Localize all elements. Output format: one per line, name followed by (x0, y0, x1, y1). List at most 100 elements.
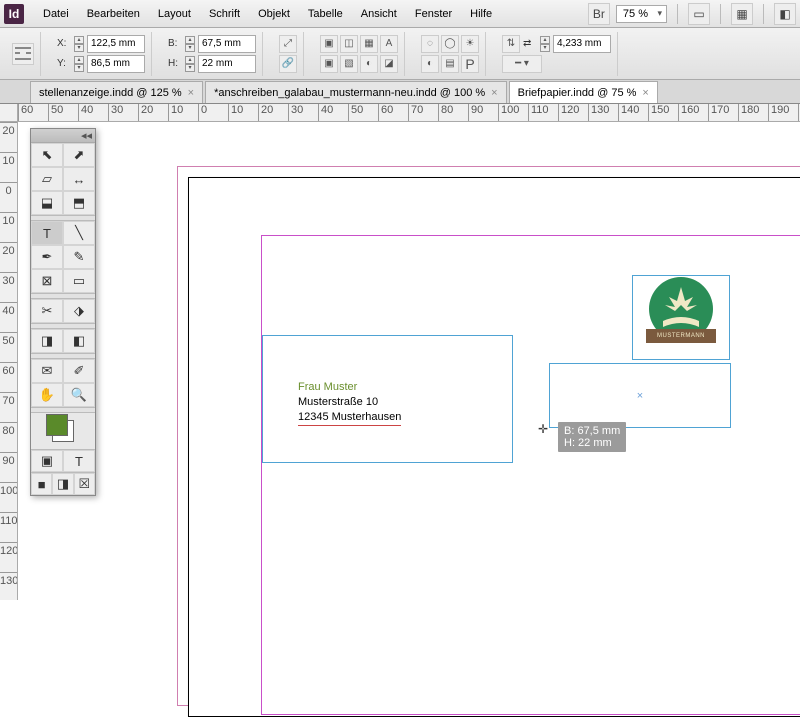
ruler-horizontal[interactable]: 6050403020100102030405060708090100110120… (18, 104, 800, 122)
menu-bearbeiten[interactable]: Bearbeiten (78, 4, 149, 24)
effect2-icon[interactable]: ◯ (441, 35, 459, 53)
rectangle-tool[interactable]: ▭ (63, 269, 95, 293)
b-stepper[interactable]: ▴▾ (185, 36, 195, 52)
scissors-tool[interactable]: ✂ (31, 299, 63, 323)
gradient-feather-tool[interactable]: ◧ (63, 329, 95, 353)
pencil-tool[interactable]: ✎ (63, 245, 95, 269)
center-icon[interactable]: ▣ (320, 55, 338, 73)
close-icon[interactable]: × (491, 87, 497, 99)
screen-mode-button[interactable]: ◧ (774, 3, 796, 25)
canvas[interactable]: Frau Muster Musterstraße 10 12345 Muster… (18, 122, 800, 600)
menu-ansicht[interactable]: Ansicht (352, 4, 406, 24)
menu-tabelle[interactable]: Tabelle (299, 4, 352, 24)
separator (763, 4, 764, 24)
address-block: Frau Muster Musterstraße 10 12345 Muster… (298, 380, 401, 426)
effects-group: ◌ ◯ ☀ ◐ ▤ P (415, 32, 486, 76)
apply-gradient[interactable]: ◨ (52, 473, 73, 495)
view-mode-button[interactable]: ▭ (688, 3, 710, 25)
menu-datei[interactable]: Datei (34, 4, 78, 24)
gap-tool[interactable]: ↔ (63, 167, 95, 191)
h-label: H: (168, 58, 182, 69)
direct-selection-tool[interactable]: ⬈ (63, 143, 95, 167)
h-stepper[interactable]: ▴▾ (185, 56, 195, 72)
tools-panel[interactable]: ◂◂ ⬉ ⬈ ▱ ↔ ⬓ ⬒ T ╲ ✒ ✎ ⊠ ▭ ✂ ⬗ ◨ ◧ ✉ ✐ ✋… (30, 128, 96, 496)
spacing-stepper[interactable]: ▴▾ (540, 36, 550, 52)
corner-icon[interactable]: ◪ (380, 55, 398, 73)
fill-swatch[interactable] (46, 414, 68, 436)
line-tool[interactable]: ╲ (63, 221, 95, 245)
opacity-icon[interactable]: ◐ (360, 55, 378, 73)
x-input[interactable] (87, 35, 145, 53)
text-wrap-icon[interactable]: A (380, 35, 398, 53)
effect4-icon[interactable]: ◐ (421, 55, 439, 73)
zoom-level-dropdown[interactable]: 75 % (616, 5, 667, 23)
reference-point-proxy[interactable] (12, 43, 34, 65)
effect5-icon[interactable]: ▤ (441, 55, 459, 73)
hand-tool[interactable]: ✋ (31, 383, 63, 407)
document-tabs: stellenanzeige.indd @ 125 % × *anschreib… (0, 80, 800, 104)
tab-label: Briefpapier.indd @ 75 % (518, 87, 637, 99)
ruler-vertical[interactable]: 20100102030405060708090100110120130140 (0, 122, 18, 600)
selection-tool[interactable]: ⬉ (31, 143, 63, 167)
menu-objekt[interactable]: Objekt (249, 4, 299, 24)
tab-label: *anschreiben_galabau_mustermann-neu.indd… (214, 87, 485, 99)
type-tool[interactable]: T (31, 221, 63, 245)
y-stepper[interactable]: ▴▾ (74, 56, 84, 72)
y-input[interactable] (87, 55, 145, 73)
shadow-icon[interactable]: ▧ (340, 55, 358, 73)
spacing-group: ⇅ ⇄ ▴▾ ━ ▾ (496, 32, 618, 76)
effect1-icon[interactable]: ◌ (421, 35, 439, 53)
tab-label: stellenanzeige.indd @ 125 % (39, 87, 182, 99)
close-icon[interactable]: × (642, 87, 648, 99)
b-input[interactable] (198, 35, 256, 53)
page-tool[interactable]: ▱ (31, 167, 63, 191)
drawing-frame[interactable]: × (549, 363, 731, 428)
apply-color-container[interactable]: ▣ (31, 450, 63, 472)
h-input[interactable] (198, 55, 256, 73)
separator (677, 4, 678, 24)
menu-schrift[interactable]: Schrift (200, 4, 249, 24)
smart-b: B: 67,5 mm (564, 425, 620, 437)
close-icon[interactable]: × (188, 87, 194, 99)
apply-color[interactable]: ■ (31, 473, 52, 495)
y-label: Y: (57, 58, 71, 69)
menu-fenster[interactable]: Fenster (406, 4, 461, 24)
collapse-icon[interactable]: ◂◂ (81, 129, 92, 142)
menu-layout[interactable]: Layout (149, 4, 200, 24)
tab-stellenanzeige[interactable]: stellenanzeige.indd @ 125 % × (30, 81, 203, 103)
free-transform-tool[interactable]: ⬗ (63, 299, 95, 323)
frame-fit-group: ▣ ◫ ▦ A ▣ ▧ ◐ ◪ (314, 32, 405, 76)
fit-proportional-icon[interactable]: ▣ (320, 35, 338, 53)
place-cursor-icon[interactable]: P (461, 55, 479, 73)
tools-panel-header[interactable]: ◂◂ (31, 129, 95, 143)
apply-color-text[interactable]: T (63, 450, 95, 472)
eyedropper-tool[interactable]: ✐ (63, 359, 95, 383)
rectangle-frame-tool[interactable]: ⊠ (31, 269, 63, 293)
stroke-picker-icon[interactable]: ━ ▾ (502, 55, 542, 73)
arrange-button[interactable]: ▦ (731, 3, 753, 25)
menu-hilfe[interactable]: Hilfe (461, 4, 501, 24)
tab-anschreiben[interactable]: *anschreiben_galabau_mustermann-neu.indd… (205, 81, 507, 103)
ruler-origin[interactable] (0, 104, 18, 122)
smart-dimensions-label: B: 67,5 mm H: 22 mm (558, 422, 626, 452)
note-tool[interactable]: ✉ (31, 359, 63, 383)
scale-icon[interactable]: ⤢ (279, 35, 297, 53)
content-placer-tool[interactable]: ⬒ (63, 191, 95, 215)
effect3-icon[interactable]: ☀ (461, 35, 479, 53)
gradient-swatch-tool[interactable]: ◨ (31, 329, 63, 353)
fill-stroke-swatch[interactable] (31, 413, 95, 449)
tab-briefpapier[interactable]: Briefpapier.indd @ 75 % × (509, 81, 658, 103)
fit-frame-icon[interactable]: ◫ (340, 35, 358, 53)
align-icon[interactable]: ⇅ (502, 35, 520, 53)
spacing-input[interactable] (553, 35, 611, 53)
x-stepper[interactable]: ▴▾ (74, 36, 84, 52)
bridge-button[interactable]: Br (588, 3, 610, 25)
logo-frame[interactable]: MUSTERMANN (632, 275, 730, 360)
fill-frame-icon[interactable]: ▦ (360, 35, 378, 53)
content-collector-tool[interactable]: ⬓ (31, 191, 63, 215)
zoom-tool[interactable]: 🔍 (63, 383, 95, 407)
address-street: Musterstraße 10 (298, 395, 401, 410)
pen-tool[interactable]: ✒ (31, 245, 63, 269)
apply-none[interactable]: ☒ (74, 473, 95, 495)
constrain-icon[interactable]: 🔗 (279, 55, 297, 73)
